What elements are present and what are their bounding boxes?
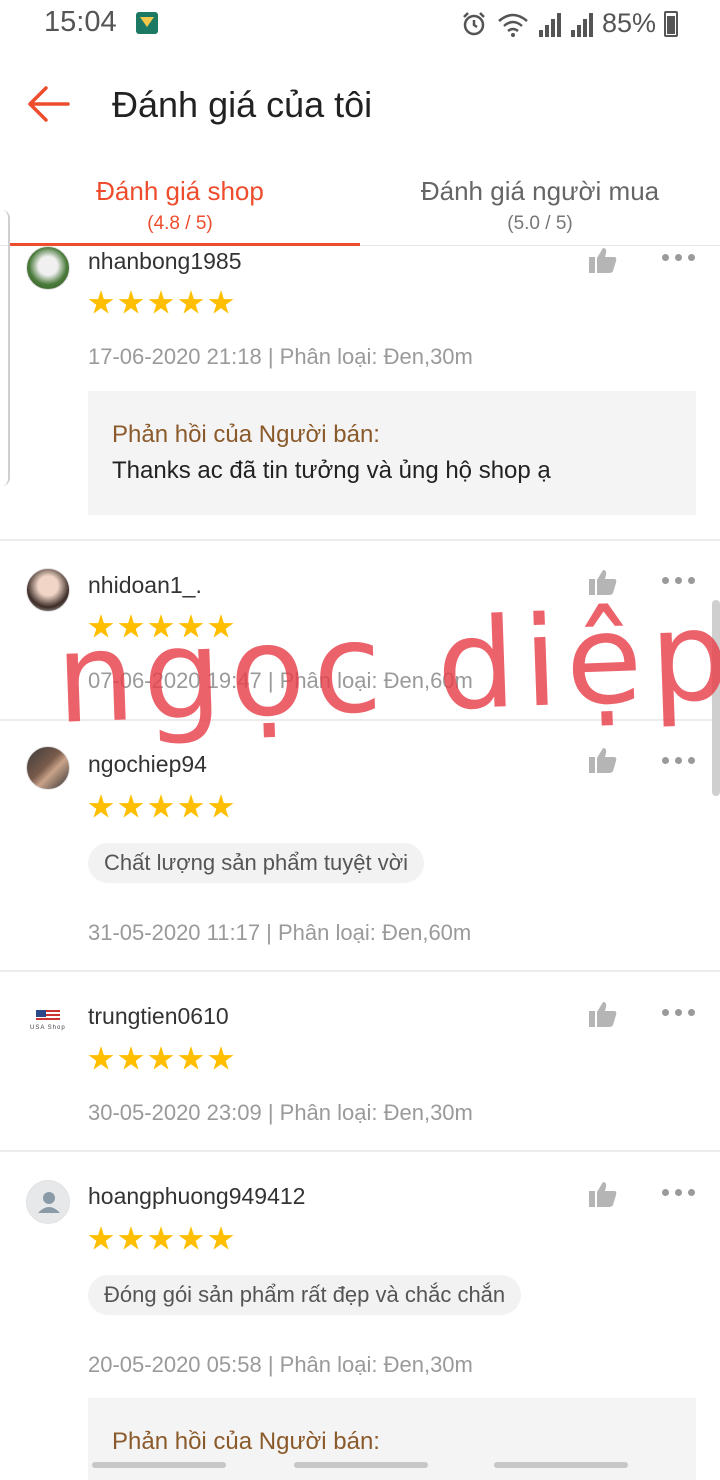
star-icon	[118, 794, 144, 818]
review-meta: 31-05-2020 11:17 | Phân loại: Đen,60m	[88, 920, 472, 945]
more-options-icon[interactable]	[662, 1189, 696, 1197]
app-notification-icon	[136, 12, 158, 34]
star-icon	[178, 1226, 204, 1250]
star-rating	[88, 794, 234, 820]
star-icon	[88, 794, 114, 818]
star-icon	[88, 1226, 114, 1250]
status-icons: 85%	[460, 8, 678, 39]
thumbs-up-icon[interactable]	[588, 1000, 618, 1028]
tab-rating: (5.0 / 5)	[507, 213, 573, 234]
avatar	[26, 746, 70, 790]
nav-recents-button[interactable]	[92, 1462, 226, 1468]
review-meta: 30-05-2020 23:09 | Phân loại: Đen,30m	[88, 1100, 473, 1125]
tab-rating: (4.8 / 5)	[147, 213, 213, 234]
tab-buyer-reviews[interactable]: Đánh giá người mua (5.0 / 5)	[360, 164, 720, 246]
thumbs-up-icon[interactable]	[588, 246, 618, 274]
review-meta: 17-06-2020 21:18 | Phân loại: Đen,30m	[88, 344, 473, 369]
star-icon	[118, 290, 144, 314]
arrow-left-icon[interactable]	[24, 82, 72, 126]
edge-panel-handle[interactable]	[0, 210, 10, 486]
seller-reply-title: Phản hồi của Người bán:	[112, 421, 380, 448]
star-icon	[208, 794, 234, 818]
avatar	[26, 246, 70, 290]
star-rating	[88, 1226, 234, 1252]
signal-icon	[538, 12, 561, 37]
thumbs-up-icon[interactable]	[588, 746, 618, 774]
page-title: Đánh giá của tôi	[112, 84, 373, 125]
more-options-icon[interactable]	[662, 1009, 696, 1017]
review-tag: Chất lượng sản phẩm tuyệt vời	[88, 843, 425, 883]
star-rating	[88, 290, 234, 316]
tab-shop-reviews[interactable]: Đánh giá shop (4.8 / 5)	[0, 164, 360, 246]
handwritten-watermark: ngọc diệp	[53, 584, 720, 752]
nav-back-button[interactable]	[494, 1462, 628, 1468]
review-tabs: Đánh giá shop (4.8 / 5) Đánh giá người m…	[0, 164, 720, 246]
star-icon	[118, 1226, 144, 1250]
more-options-icon[interactable]	[662, 757, 696, 765]
avatar	[26, 568, 70, 612]
star-icon	[148, 794, 174, 818]
star-rating	[88, 1046, 234, 1072]
battery-charging-icon	[664, 10, 678, 37]
star-icon	[178, 290, 204, 314]
status-bar: 15:04 85%	[0, 0, 720, 48]
usa-flag-icon	[36, 1010, 60, 1022]
review-username: nhanbong1985	[88, 248, 242, 274]
user-placeholder-icon	[38, 1192, 60, 1213]
status-time: 15:04	[44, 6, 117, 38]
thumbs-up-icon[interactable]	[588, 1180, 618, 1208]
seller-reply-text: Thanks ac đã tin tưởng và ủng hộ shop ạ	[112, 457, 551, 484]
star-icon	[88, 1046, 114, 1070]
star-icon	[148, 1046, 174, 1070]
more-options-icon[interactable]	[662, 577, 696, 585]
app-header: Đánh giá của tôi	[0, 60, 720, 150]
alarm-icon	[463, 11, 485, 35]
tab-label: Đánh giá người mua	[420, 176, 660, 206]
avatar-logo-text: USA Shop	[30, 1025, 66, 1031]
review-username: ngochiep94	[88, 751, 207, 777]
star-icon	[178, 794, 204, 818]
review-tag: Đóng gói sản phẩm rất đẹp và chắc chắn	[88, 1275, 522, 1315]
review-username: nhidoan1_.	[88, 572, 202, 598]
star-icon	[88, 290, 114, 314]
battery-percentage: 85%	[601, 8, 656, 38]
review-username: hoangphuong949412	[88, 1183, 306, 1209]
more-options-icon[interactable]	[662, 254, 696, 262]
star-icon	[178, 1046, 204, 1070]
star-icon	[208, 1226, 234, 1250]
star-icon	[208, 290, 234, 314]
nav-home-button[interactable]	[294, 1462, 428, 1468]
divider	[0, 1150, 720, 1152]
avatar: USA Shop	[26, 998, 70, 1042]
tab-label: Đánh giá shop	[96, 176, 264, 206]
star-icon	[118, 1046, 144, 1070]
review-meta: 20-05-2020 05:58 | Phân loại: Đen,30m	[88, 1352, 473, 1377]
star-icon	[148, 290, 174, 314]
active-tab-indicator	[8, 243, 360, 246]
star-icon	[148, 1226, 174, 1250]
divider	[0, 539, 720, 541]
signal-icon	[570, 12, 593, 37]
seller-reply: Phản hồi của Người bán: Thanks ac đã tin…	[88, 391, 696, 515]
divider	[0, 970, 720, 972]
wifi-icon	[498, 13, 528, 37]
avatar	[26, 1180, 70, 1224]
system-nav-bar	[0, 1452, 720, 1480]
star-icon	[208, 1046, 234, 1070]
review-username: trungtien0610	[88, 1003, 229, 1029]
